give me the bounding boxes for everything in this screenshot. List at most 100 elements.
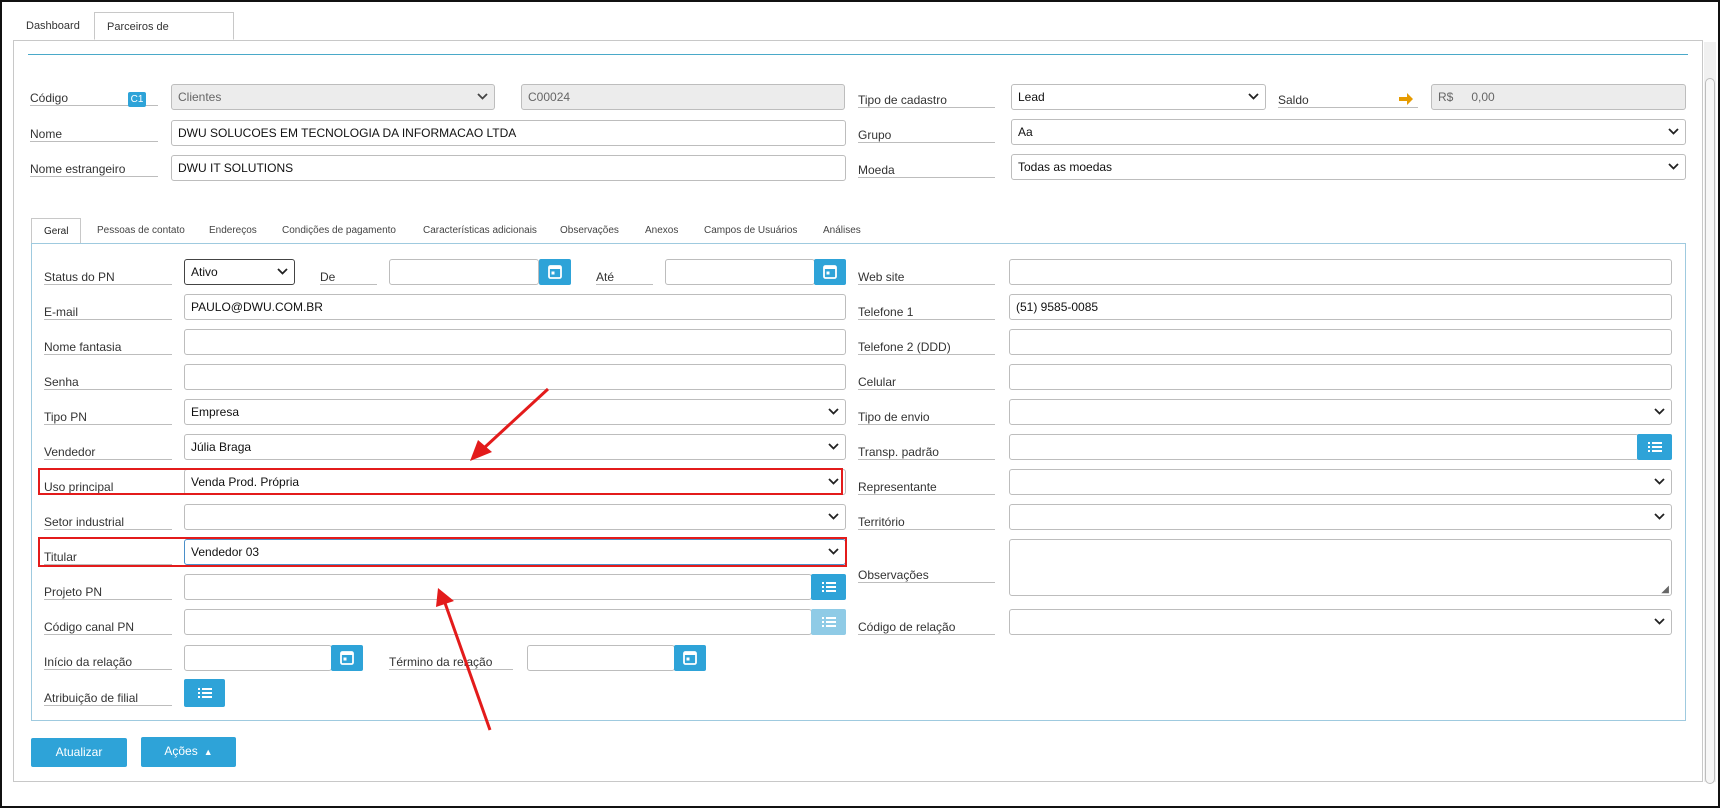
chevron-down-icon xyxy=(1248,85,1259,100)
caret-up-icon: ▲ xyxy=(203,747,213,757)
de-label: De xyxy=(320,265,377,285)
tab-anexos[interactable]: Anexos xyxy=(645,218,678,244)
chevron-down-icon xyxy=(1654,505,1665,520)
tipo-pn-value: Empresa xyxy=(191,405,240,419)
tab-geral[interactable]: Geral xyxy=(31,218,81,244)
tipo-cadastro-label: Tipo de cadastro xyxy=(858,88,995,108)
representante-select[interactable] xyxy=(1009,469,1672,495)
calendar-button-inicio[interactable] xyxy=(331,645,363,671)
tab-analises[interactable]: Análises xyxy=(823,218,861,244)
calendar-icon xyxy=(548,265,562,279)
acoes-button[interactable]: Ações ▲ xyxy=(141,737,236,767)
atribuicao-filial-button[interactable] xyxy=(184,679,225,707)
tipo-cadastro-select[interactable]: Lead xyxy=(1011,84,1266,110)
telefone1-field[interactable]: (51) 9585-0085 xyxy=(1009,294,1672,320)
chevron-down-icon xyxy=(1654,610,1665,625)
calendar-button-termino[interactable] xyxy=(674,645,706,671)
nome-estrangeiro-field[interactable]: DWU IT SOLUTIONS xyxy=(171,155,846,181)
chevron-down-icon xyxy=(828,435,839,450)
atualizar-button[interactable]: Atualizar xyxy=(31,738,127,767)
calendar-button-ate[interactable] xyxy=(814,259,846,285)
tab-enderecos[interactable]: Endereços xyxy=(209,218,257,244)
email-label: E-mail xyxy=(44,300,172,320)
tab-condicoes-pagamento[interactable]: Condições de pagamento xyxy=(282,218,396,244)
codigo-type-value: Clientes xyxy=(178,90,222,104)
setor-industrial-label: Setor industrial xyxy=(44,510,172,530)
tipo-envio-select[interactable] xyxy=(1009,399,1672,425)
scrollbar-thumb[interactable] xyxy=(1705,78,1715,784)
termino-relacao-field[interactable] xyxy=(527,645,675,671)
vendedor-value: Júlia Braga xyxy=(191,440,252,454)
chevron-down-icon xyxy=(828,400,839,415)
tab-pessoas-contato[interactable]: Pessoas de contato xyxy=(97,218,185,244)
inicio-relacao-field[interactable] xyxy=(184,645,332,671)
telefone2-field[interactable] xyxy=(1009,329,1672,355)
calendar-icon xyxy=(823,265,837,279)
telefone1-label: Telefone 1 xyxy=(858,300,995,320)
tab-partners[interactable]: Parceiros de negócios✕ xyxy=(94,12,234,62)
tipo-pn-select[interactable]: Empresa xyxy=(184,399,846,425)
calendar-icon xyxy=(340,651,354,665)
highlight-uso-principal xyxy=(38,468,843,495)
saldo-label: Saldo xyxy=(1278,88,1418,108)
atribuicao-filial-label: Atribuição de filial xyxy=(44,686,172,706)
chevron-down-icon xyxy=(1654,470,1665,485)
nome-field[interactable]: DWU SOLUCOES EM TECNOLOGIA DA INFORMACAO… xyxy=(171,120,846,146)
projeto-pn-label: Projeto PN xyxy=(44,580,172,600)
website-field[interactable] xyxy=(1009,259,1672,285)
arrow-right-icon[interactable] xyxy=(1398,92,1414,109)
list-icon xyxy=(198,688,212,698)
atualizar-label: Atualizar xyxy=(55,745,103,759)
list-icon xyxy=(822,582,836,592)
celular-field[interactable] xyxy=(1009,364,1672,390)
codigo-type-select[interactable]: Clientes xyxy=(171,84,495,110)
tab-campos-usuarios[interactable]: Campos de Usuários xyxy=(704,218,797,244)
moeda-select[interactable]: Todas as moedas xyxy=(1011,154,1686,180)
observacoes-textarea[interactable]: ◢ xyxy=(1009,539,1672,596)
codigo-canal-label: Código canal PN xyxy=(44,615,172,635)
highlight-titular xyxy=(38,537,847,567)
moeda-label: Moeda xyxy=(858,158,995,178)
setor-industrial-select[interactable] xyxy=(184,504,846,530)
email-field[interactable]: PAULO@DWU.COM.BR xyxy=(184,294,846,320)
territorio-select[interactable] xyxy=(1009,504,1672,530)
projeto-pn-list-button[interactable] xyxy=(811,574,846,600)
telefone2-label: Telefone 2 (DDD) xyxy=(858,335,995,355)
inicio-relacao-label: Início da relação xyxy=(44,650,172,670)
codigo-relacao-select[interactable] xyxy=(1009,609,1672,635)
chevron-down-icon xyxy=(277,260,288,275)
de-date-field[interactable] xyxy=(389,259,539,285)
codigo-canal-field[interactable] xyxy=(184,609,812,635)
termino-relacao-label: Término da relação xyxy=(389,650,513,670)
calendar-button-de[interactable] xyxy=(539,259,571,285)
tipo-envio-label: Tipo de envio xyxy=(858,405,995,425)
calendar-icon xyxy=(683,651,697,665)
resize-handle-icon[interactable]: ◢ xyxy=(1661,585,1669,595)
projeto-pn-field[interactable] xyxy=(184,574,812,600)
nome-fantasia-label: Nome fantasia xyxy=(44,335,172,355)
status-select[interactable]: Ativo xyxy=(184,259,295,285)
grupo-label: Grupo xyxy=(858,123,995,143)
grupo-select[interactable]: Aa xyxy=(1011,119,1686,145)
nome-label: Nome xyxy=(30,122,158,142)
tab-caracteristicas[interactable]: Características adicionais xyxy=(423,218,537,244)
tab-dashboard[interactable]: Dashboard xyxy=(14,12,92,40)
tab-observacoes[interactable]: Observações xyxy=(560,218,619,244)
list-icon xyxy=(1648,442,1662,452)
saldo-currency: R$ xyxy=(1438,90,1454,104)
series-badge[interactable]: C1 xyxy=(128,92,146,107)
saldo-value: 0,00 xyxy=(1471,90,1495,104)
transp-padrao-field[interactable] xyxy=(1009,434,1639,460)
chevron-down-icon xyxy=(828,505,839,520)
acoes-label: Ações xyxy=(164,744,198,758)
chevron-down-icon xyxy=(1668,120,1679,135)
nome-estrangeiro-label: Nome estrangeiro xyxy=(30,157,158,177)
vendedor-select[interactable]: Júlia Braga xyxy=(184,434,846,460)
senha-field[interactable] xyxy=(184,364,846,390)
nome-fantasia-field[interactable] xyxy=(184,329,846,355)
senha-label: Senha xyxy=(44,370,172,390)
transp-padrao-list-button[interactable] xyxy=(1637,434,1672,460)
ate-date-field[interactable] xyxy=(665,259,815,285)
moeda-value: Todas as moedas xyxy=(1018,160,1113,174)
codigo-canal-list-button[interactable] xyxy=(811,609,846,635)
